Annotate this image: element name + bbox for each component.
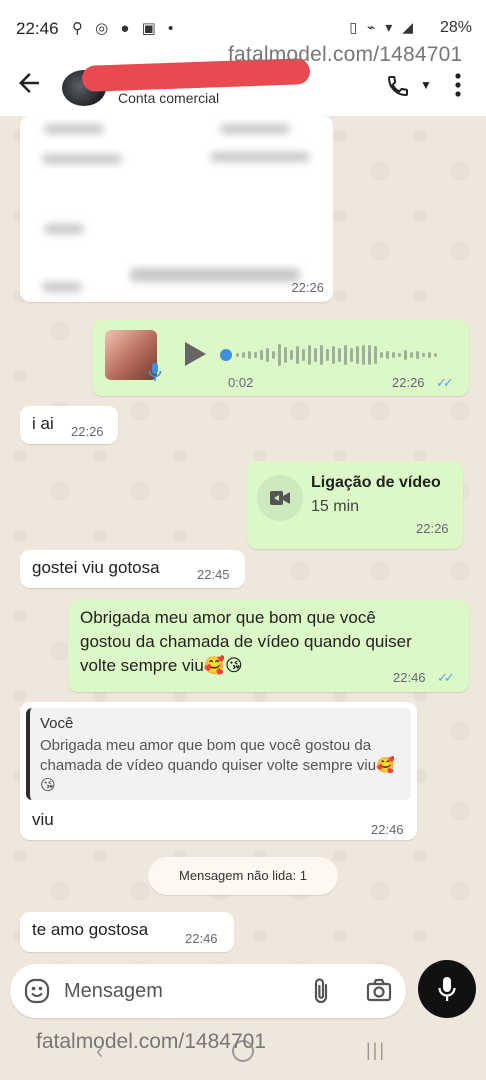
- video-call-icon-box: [257, 475, 303, 521]
- audio-duration: 0:02: [228, 375, 254, 390]
- chat-area[interactable]: 22:26 0:02 22:26 ✓✓ i ai 22:26 Ligação d…: [0, 116, 486, 976]
- nav-recent-icon[interactable]: |||: [366, 1040, 386, 1061]
- watermark-bottom: fatalmodel.com/1484701: [36, 1030, 266, 1053]
- message-text: Obrigada meu amor que bom que você gosto…: [80, 608, 412, 675]
- call-duration: 15 min: [311, 498, 360, 515]
- message-time: 22:26: [71, 424, 104, 439]
- message-composer: [10, 964, 406, 1018]
- blurred-text: [130, 268, 300, 282]
- watermark-top: fatalmodel.com/1484701: [228, 43, 463, 66]
- message-time: 22:46: [393, 670, 426, 685]
- audio-waveform[interactable]: [220, 342, 450, 368]
- incoming-message[interactable]: gostei viu gotosa 22:45: [20, 550, 245, 588]
- blurred-text: [44, 224, 84, 234]
- blurred-text: [42, 282, 82, 292]
- blurred-text: [210, 152, 310, 162]
- read-ticks-icon: ✓✓: [436, 375, 454, 390]
- message-time: 22:26: [291, 280, 324, 295]
- call-title: Ligação de vídeo: [311, 474, 441, 491]
- notification-icons: ⚲ ◎ ● ▣ •: [72, 20, 178, 37]
- call-options-caret-icon[interactable]: ▼: [420, 78, 432, 92]
- play-icon[interactable]: [182, 340, 208, 368]
- incoming-message[interactable]: i ai 22:26: [20, 406, 118, 444]
- voice-record-button[interactable]: [418, 960, 476, 1018]
- incoming-message[interactable]: te amo gostosa 22:46: [20, 912, 234, 952]
- message-text: viu: [32, 810, 54, 829]
- message-time: 22:46: [371, 822, 404, 837]
- voice-message[interactable]: 0:02 22:26 ✓✓: [92, 320, 469, 396]
- reply-message[interactable]: Você Obrigada meu amor que bom que você …: [20, 702, 417, 840]
- status-time: 22:46: [16, 19, 59, 38]
- battery-level: 28%: [439, 19, 472, 36]
- contact-subtitle: Conta comercial: [118, 90, 220, 106]
- emoji-icon[interactable]: [24, 978, 50, 1004]
- message-text: te amo gostosa: [32, 920, 149, 939]
- blurred-text: [42, 154, 122, 164]
- video-call-message[interactable]: Ligação de vídeo 15 min 22:26: [247, 461, 463, 549]
- message-input[interactable]: [64, 972, 284, 1010]
- quote-author: Você: [40, 715, 74, 732]
- read-ticks-icon: ✓✓: [437, 670, 455, 685]
- send-mic-icon: [438, 977, 456, 1001]
- back-arrow-icon[interactable]: [14, 68, 44, 98]
- more-vert-icon[interactable]: [452, 72, 464, 98]
- message-time: 22:26: [392, 375, 425, 390]
- message-time: 22:46: [185, 931, 218, 946]
- phone-icon[interactable]: [386, 74, 410, 98]
- message-time: 22:26: [416, 521, 449, 536]
- message-text: i ai: [32, 414, 54, 433]
- quote-text: Obrigada meu amor que bom que você gosto…: [40, 737, 395, 794]
- signal-icons: ▯ ⌁ ▾ ◢: [349, 19, 416, 35]
- blurred-text: [44, 124, 104, 134]
- camera-icon[interactable]: [366, 978, 392, 1002]
- message-time: 22:45: [197, 567, 230, 582]
- mic-icon: [148, 363, 162, 381]
- message-text: gostei viu gotosa: [32, 558, 160, 577]
- quoted-message[interactable]: Você Obrigada meu amor que bom que você …: [26, 708, 411, 800]
- outgoing-message[interactable]: Obrigada meu amor que bom que você gosto…: [68, 600, 469, 692]
- blurred-text: [220, 124, 290, 134]
- attach-icon[interactable]: [312, 977, 330, 1005]
- blurred-message[interactable]: 22:26: [20, 116, 333, 302]
- video-camera-icon: [270, 491, 290, 505]
- unread-divider: Mensagem não lida: 1: [148, 857, 338, 895]
